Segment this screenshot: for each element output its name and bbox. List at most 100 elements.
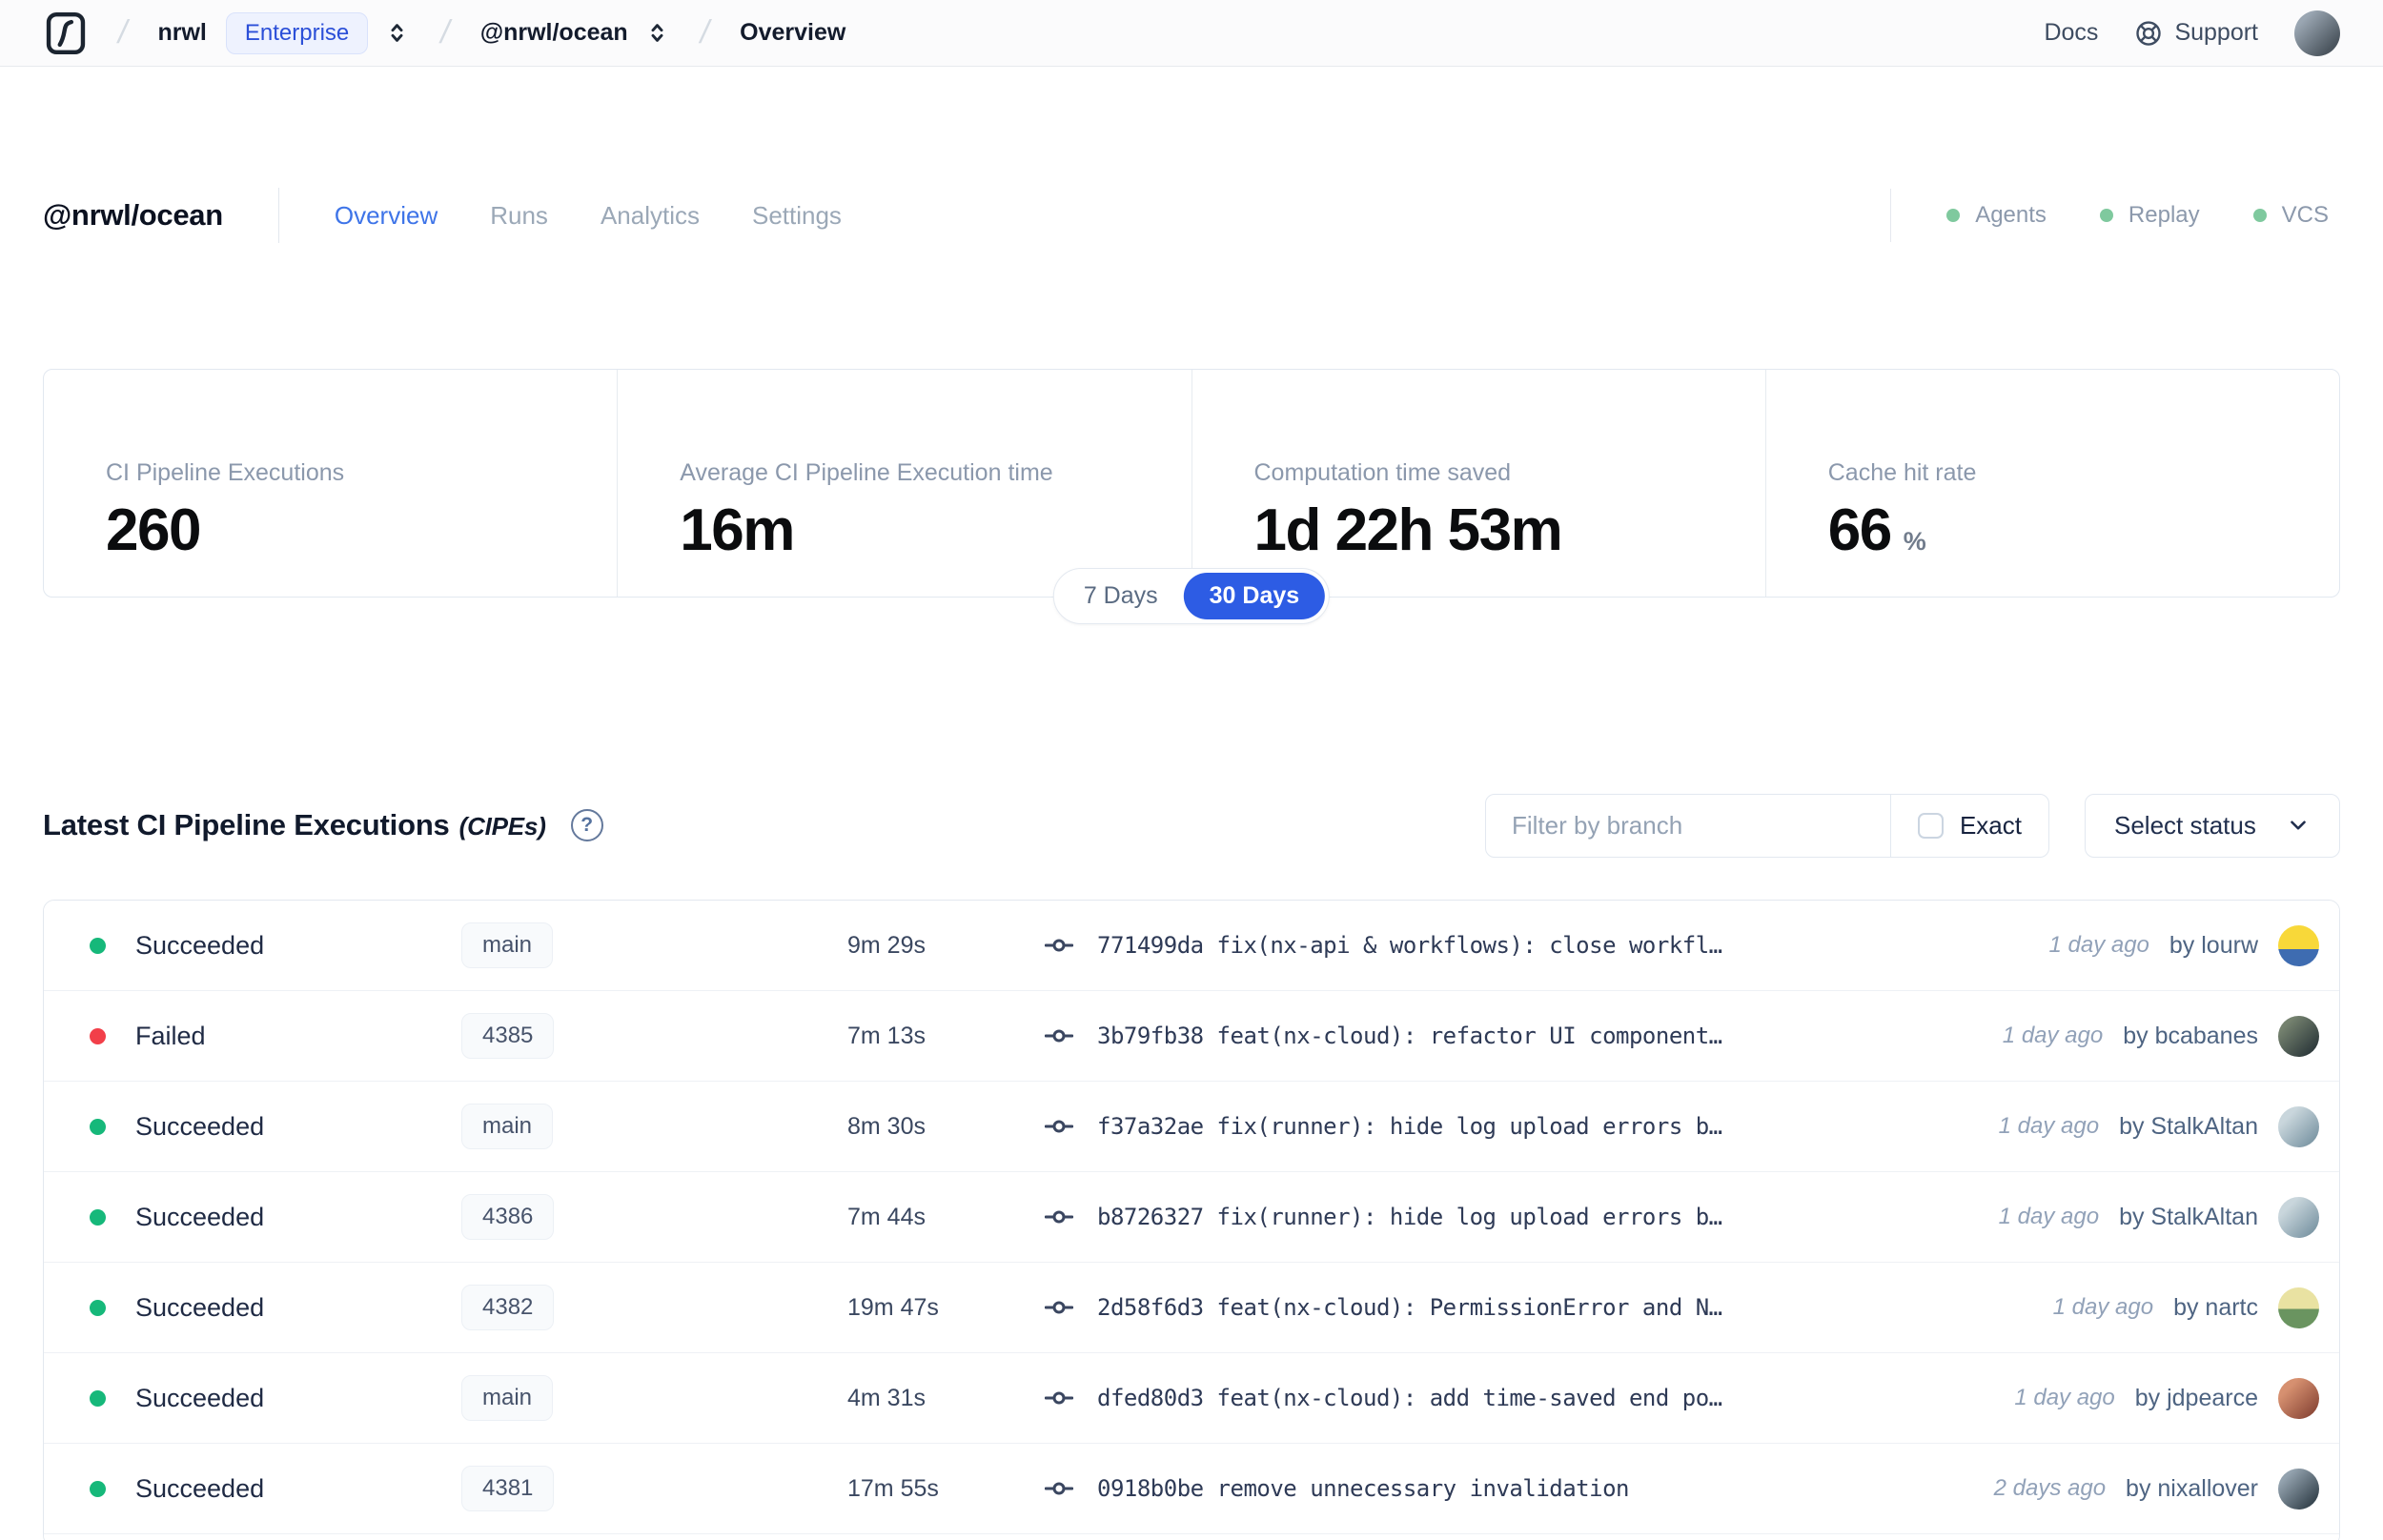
- branch-cell: main: [387, 1375, 768, 1421]
- branch-cell: 4385: [387, 1013, 768, 1059]
- table-row[interactable]: Succeeded 4381 17m 55s 0918b0be remove u…: [44, 1444, 2339, 1534]
- workspace-tabs: Overview Runs Analytics Settings: [335, 201, 842, 231]
- commit-message: fix(runner): hide log upload errors b…: [1216, 1204, 1722, 1230]
- toggle-30-days[interactable]: 30 Days: [1183, 573, 1326, 619]
- vertical-divider: [1890, 189, 1892, 242]
- commit-message: remove unnecessary invalidation: [1216, 1475, 1629, 1502]
- next-row-partial: [44, 1534, 2339, 1540]
- branch-cell: 4386: [387, 1194, 768, 1240]
- exact-checkbox[interactable]: [1917, 812, 1944, 839]
- duration-cell: 17m 55s: [847, 1474, 939, 1502]
- branch-badge: 4382: [461, 1285, 555, 1330]
- commit-cell: 0918b0be remove unnecessary invalidation: [997, 1474, 1994, 1503]
- git-commit-icon: [1045, 1391, 1073, 1405]
- stat-value: 16m: [680, 497, 795, 563]
- duration-cell: 4m 31s: [847, 1384, 926, 1411]
- table-row[interactable]: Succeeded main 9m 29s 771499da fix(nx-ap…: [44, 901, 2339, 991]
- tab-runs[interactable]: Runs: [490, 201, 548, 231]
- time-ago: 1 day ago: [2048, 932, 2149, 958]
- commit-text: 0918b0be remove unnecessary invalidation: [1097, 1475, 1629, 1502]
- table-row[interactable]: Succeeded 4386 7m 44s b8726327 fix(runne…: [44, 1172, 2339, 1263]
- duration-cell: 7m 13s: [847, 1022, 926, 1049]
- top-navbar: / nrwl Enterprise / @nrwl/ocean / Overvi…: [0, 0, 2383, 67]
- commit-hash: b8726327: [1097, 1204, 1204, 1230]
- author: by jdpearce: [2134, 1384, 2258, 1411]
- toggle-7-days[interactable]: 7 Days: [1058, 573, 1184, 619]
- status-text: Succeeded: [135, 1383, 265, 1412]
- time-ago: 2 days ago: [1993, 1475, 2107, 1501]
- stat-suffix: %: [1903, 527, 1926, 556]
- branch-badge: main: [461, 922, 554, 968]
- stat-card-time-saved: Computation time saved 1d 22h 53m: [1191, 370, 1765, 597]
- git-commit-icon: [1045, 1482, 1073, 1495]
- branch-cell: main: [387, 922, 768, 968]
- support-label: Support: [2174, 19, 2258, 46]
- tab-overview[interactable]: Overview: [335, 201, 438, 231]
- status-dot: [90, 1208, 106, 1226]
- meta-cell: 1 day ago by lourw: [2048, 924, 2339, 966]
- git-commit-icon: [1045, 1301, 1073, 1314]
- nx-cloud-logo-icon[interactable]: [44, 10, 88, 57]
- commit-hash: dfed80d3: [1097, 1385, 1204, 1411]
- stat-card-avg-execution-time: Average CI Pipeline Execution time 16m: [617, 370, 1191, 597]
- stat-label: Average CI Pipeline Execution time: [680, 459, 1053, 486]
- meta-cell: 1 day ago by bcabanes: [2003, 1015, 2339, 1057]
- integration-agents[interactable]: Agents: [1946, 202, 2047, 229]
- commit-hash: 0918b0be: [1097, 1475, 1204, 1502]
- status-dot: [90, 1480, 106, 1497]
- status-dot-green: [2099, 209, 2113, 222]
- status-dot: [90, 1027, 106, 1044]
- author-avatar: [2278, 924, 2319, 966]
- breadcrumb-page: Overview: [740, 19, 846, 46]
- integration-vcs[interactable]: VCS: [2252, 202, 2329, 229]
- commit-text: 3b79fb38 feat(nx-cloud): refactor UI com…: [1097, 1023, 1722, 1049]
- commit-cell: f37a32ae fix(runner): hide log upload er…: [997, 1112, 1999, 1141]
- chevron-up-down-icon: [651, 24, 663, 42]
- org-switcher-button[interactable]: [384, 20, 410, 46]
- status-dot: [90, 1389, 106, 1407]
- exact-checkbox-wrap[interactable]: Exact: [1889, 794, 2048, 857]
- tab-analytics[interactable]: Analytics: [601, 201, 700, 231]
- exact-label: Exact: [1959, 810, 2022, 840]
- commit-text: b8726327 fix(runner): hide log upload er…: [1097, 1204, 1722, 1230]
- meta-cell: 1 day ago by StalkAltan: [1999, 1196, 2339, 1238]
- docs-label: Docs: [2044, 19, 2099, 46]
- table-row[interactable]: Succeeded main 8m 30s f37a32ae fix(runne…: [44, 1082, 2339, 1172]
- help-icon[interactable]: ?: [570, 809, 603, 841]
- status-cell: Succeeded: [44, 931, 387, 961]
- status-dot: [90, 937, 106, 954]
- meta-cell: 1 day ago by jdpearce: [2014, 1377, 2339, 1419]
- branch-cell: 4382: [387, 1285, 768, 1330]
- chevron-down-icon: [2291, 821, 2306, 830]
- commit-hash: f37a32ae: [1097, 1113, 1204, 1140]
- tab-settings[interactable]: Settings: [752, 201, 842, 231]
- enterprise-badge: Enterprise: [225, 11, 369, 54]
- commit-text: 771499da fix(nx-api & workflows): close …: [1097, 932, 1722, 959]
- commit-cell: dfed80d3 feat(nx-cloud): add time-saved …: [997, 1384, 2014, 1412]
- table-row[interactable]: Succeeded main 4m 31s dfed80d3 feat(nx-c…: [44, 1353, 2339, 1444]
- status-select-button[interactable]: Select status: [2085, 793, 2340, 858]
- status-text: Failed: [135, 1021, 206, 1050]
- table-row[interactable]: Failed 4385 7m 13s 3b79fb38 feat(nx-clou…: [44, 991, 2339, 1082]
- status-text: Succeeded: [135, 930, 265, 960]
- author-avatar: [2278, 1015, 2319, 1057]
- cipe-table: Succeeded main 9m 29s 771499da fix(nx-ap…: [43, 900, 2340, 1540]
- workspace-switcher-button[interactable]: [644, 20, 670, 46]
- docs-link[interactable]: Docs: [2044, 19, 2098, 47]
- breadcrumb-org[interactable]: nrwl: [157, 19, 206, 47]
- author: by StalkAltan: [2119, 1203, 2258, 1230]
- author: by bcabanes: [2123, 1022, 2258, 1049]
- author: by nartc: [2173, 1293, 2258, 1321]
- status-cell: Succeeded: [44, 1112, 387, 1142]
- stats-panel: CI Pipeline Executions 260 Average CI Pi…: [43, 369, 2340, 624]
- cipe-controls: Exact Select status: [1485, 793, 2340, 858]
- user-avatar[interactable]: [2294, 10, 2340, 56]
- table-row[interactable]: Succeeded 4382 19m 47s 2d58f6d3 feat(nx-…: [44, 1263, 2339, 1353]
- breadcrumb-workspace[interactable]: @nrwl/ocean: [480, 19, 628, 47]
- integration-replay[interactable]: Replay: [2099, 202, 2200, 229]
- status-cell: Failed: [44, 1022, 387, 1051]
- branch-filter-input[interactable]: [1486, 794, 1890, 857]
- branch-badge: main: [461, 1375, 554, 1421]
- support-link[interactable]: Support: [2134, 19, 2258, 48]
- status-text: Succeeded: [135, 1292, 265, 1322]
